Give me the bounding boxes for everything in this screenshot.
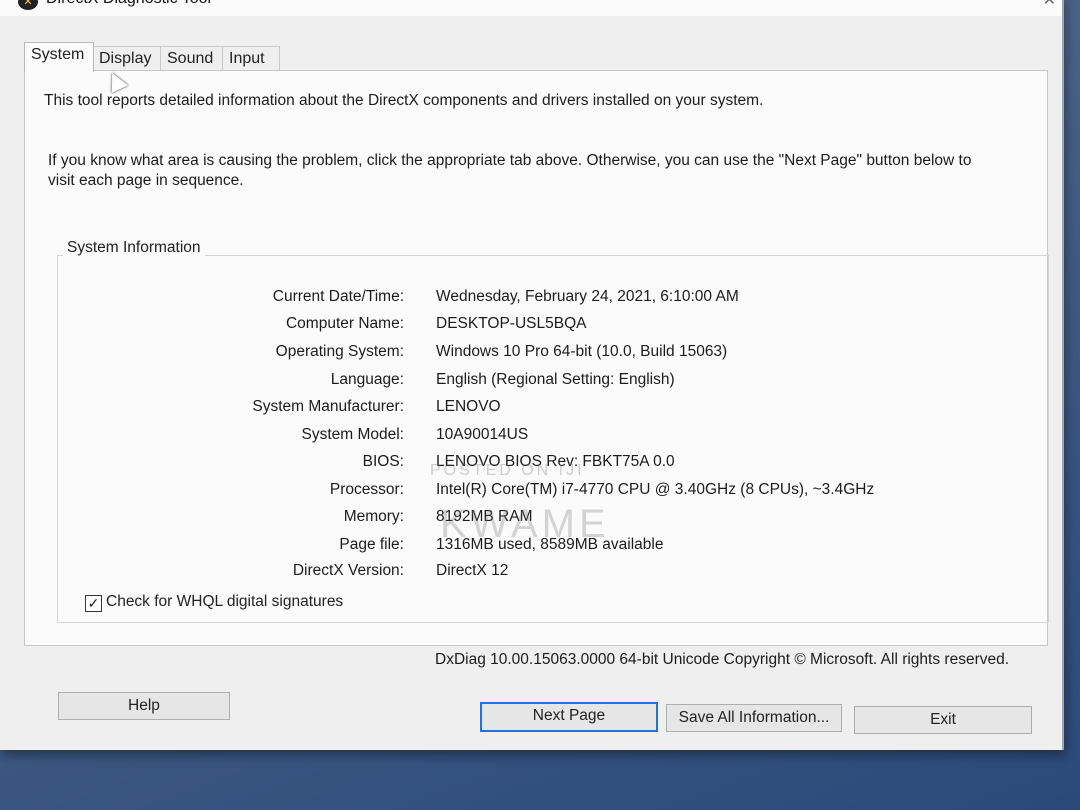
whql-checkbox-row[interactable]: ✓ Check for WHQL digital signatures [85,593,343,612]
info-value: 1316MB used, 8589MB available [436,536,664,553]
info-label: DirectX Version: [292,562,404,579]
directx-x-icon: ✕ [18,0,38,10]
copyright-footer: DxDiag 10.00.15063.0000 64-bit Unicode C… [435,651,1010,668]
instructions-text-line2: visit each page in sequence. [48,172,244,189]
info-row-manufacturer: System Manufacturer: LENOVO [58,398,1018,420]
whql-checkbox[interactable]: ✓ [85,595,102,612]
info-label: System Model: [301,426,404,443]
intro-text: This tool reports detailed information a… [44,92,764,109]
save-all-information-button[interactable]: Save All Information... [666,704,842,732]
whql-checkbox-label: Check for WHQL digital signatures [106,593,344,610]
info-label: Language: [330,371,404,388]
info-value: Intel(R) Core(TM) i7-4770 CPU @ 3.40GHz … [436,481,875,498]
tab-sound[interactable]: Sound [160,46,226,71]
info-value: Wednesday, February 24, 2021, 6:10:00 AM [436,288,739,305]
next-page-button[interactable]: Next Page [480,702,658,732]
info-label: Operating System: [275,343,404,360]
dxdiag-window: ✕ DirectX Diagnostic Tool ✕ System Displ… [0,0,1064,750]
info-value: DESKTOP-USL5BQA [436,315,587,332]
info-label: BIOS: [362,453,404,470]
info-value: LENOVO BIOS Rev: FBKT75A 0.0 [436,453,675,470]
info-label: Current Date/Time: [272,288,404,305]
info-row-processor: Processor: Intel(R) Core(TM) i7-4770 CPU… [58,481,1018,503]
tab-display[interactable]: Display [92,46,162,71]
info-row-model: System Model: 10A90014US [58,426,1018,448]
info-label: System Manufacturer: [252,398,404,415]
info-value: DirectX 12 [436,562,509,579]
instructions-text-line1: If you know what area is causing the pro… [48,152,972,169]
info-label: Computer Name: [285,315,404,332]
info-label: Page file: [339,536,404,553]
info-value: LENOVO [436,398,501,415]
info-value: 8192MB RAM [436,508,533,525]
info-row-datetime: Current Date/Time: Wednesday, February 2… [58,288,1018,310]
exit-button[interactable]: Exit [854,706,1032,734]
system-tab-panel: This tool reports detailed information a… [24,70,1049,668]
info-label: Processor: [329,481,404,498]
info-row-bios: BIOS: LENOVO BIOS Rev: FBKT75A 0.0 [58,453,1018,475]
info-row-memory: Memory: 8192MB RAM [58,508,1018,530]
title-bar[interactable]: ✕ DirectX Diagnostic Tool ✕ [0,0,1062,16]
system-information-group: Current Date/Time: Wednesday, February 2… [57,255,1049,623]
info-value: Windows 10 Pro 64-bit (10.0, Build 15063… [436,343,728,360]
tab-input[interactable]: Input [222,46,280,71]
window-title: DirectX Diagnostic Tool [46,0,211,8]
close-icon[interactable]: ✕ [1043,0,1056,10]
info-value: 10A90014US [436,426,529,443]
info-label: Memory: [343,508,404,525]
system-information-title: System Information [63,239,205,257]
info-row-directx-version: DirectX Version: DirectX 12 [58,562,1018,584]
help-button[interactable]: Help [58,692,230,720]
info-row-computer-name: Computer Name: DESKTOP-USL5BQA [58,315,1018,337]
info-row-page-file: Page file: 1316MB used, 8589MB available [58,536,1018,558]
info-row-language: Language: English (Regional Setting: Eng… [58,371,1018,393]
info-row-operating-system: Operating System: Windows 10 Pro 64-bit … [58,343,1018,365]
tab-system[interactable]: System [24,42,94,72]
info-value: English (Regional Setting: English) [436,371,675,388]
